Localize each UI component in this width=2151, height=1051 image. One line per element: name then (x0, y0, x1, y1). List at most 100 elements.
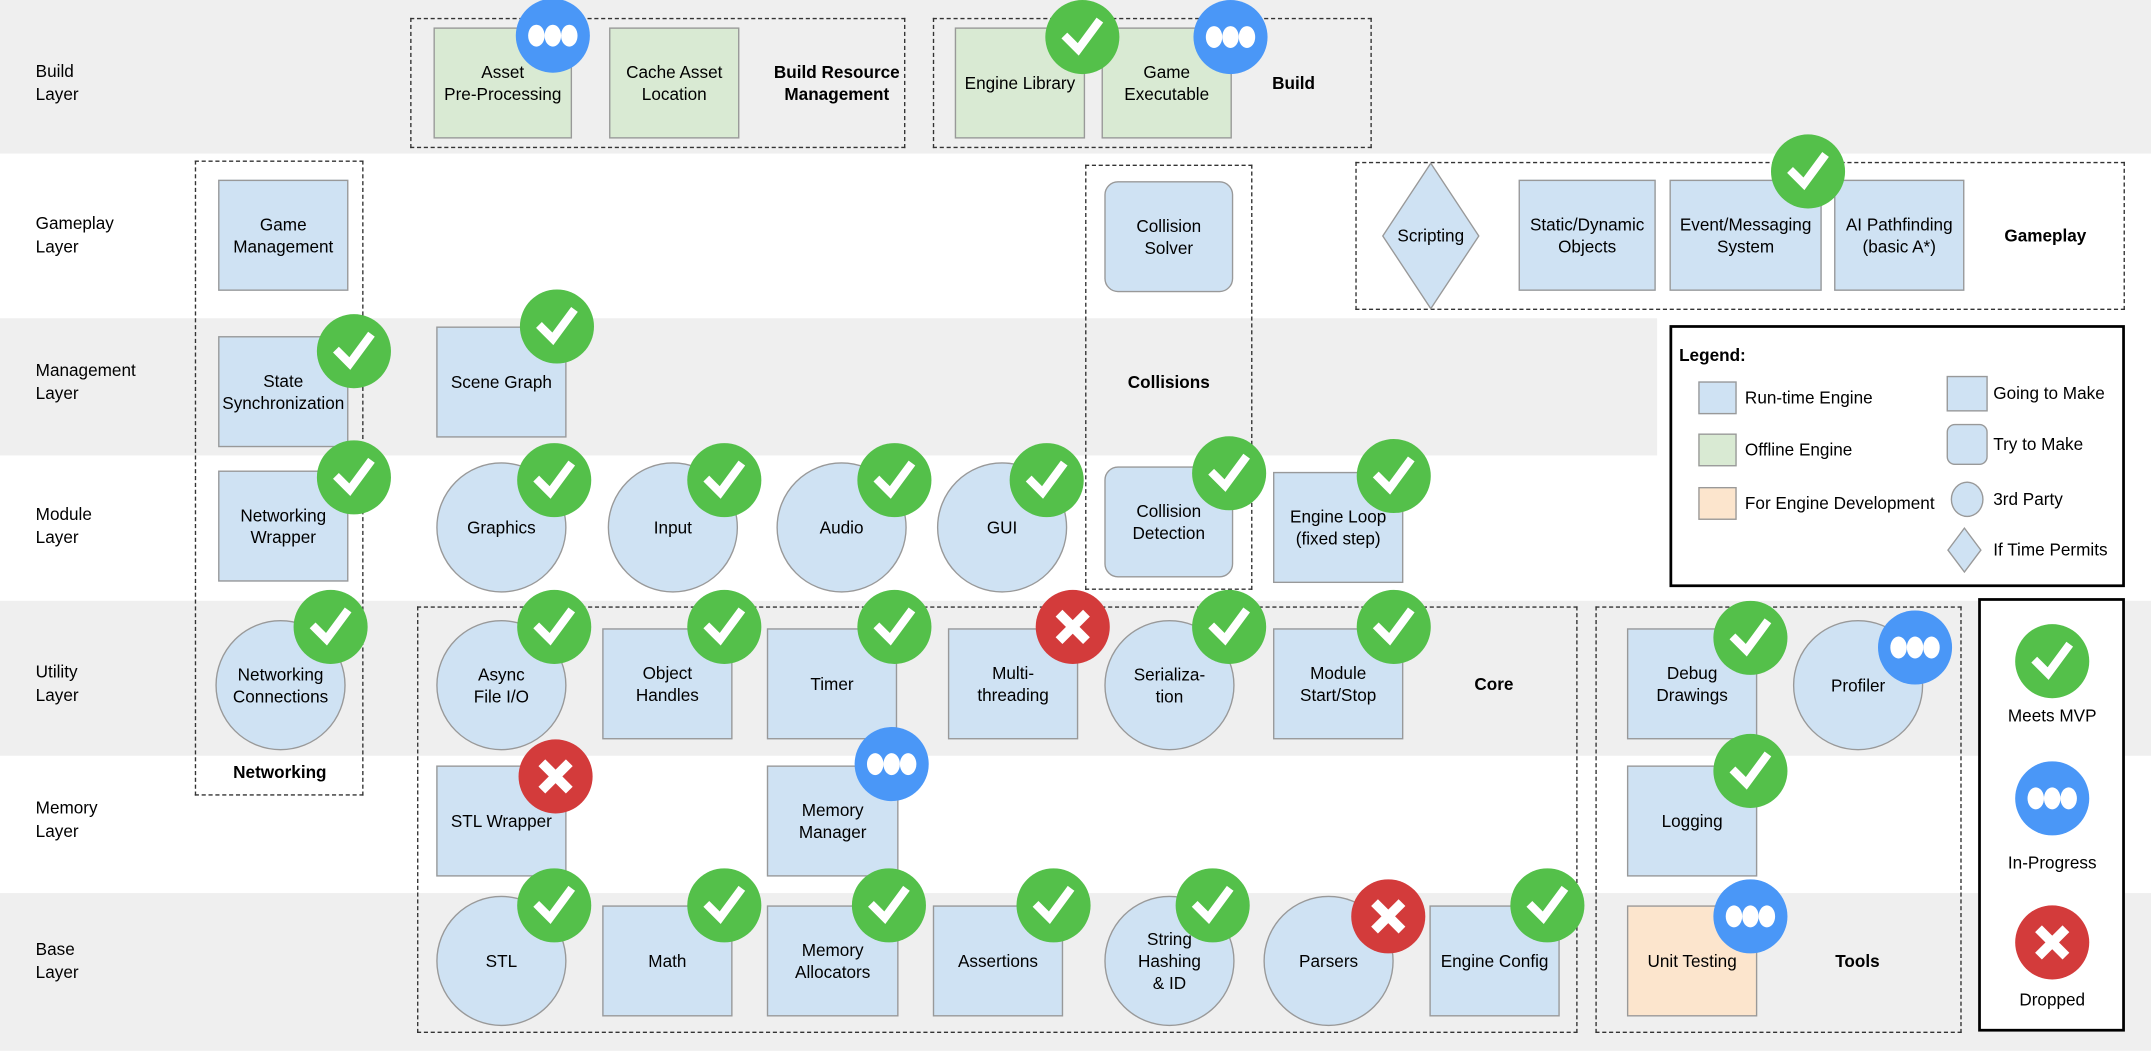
status-badge-done (857, 589, 932, 664)
status-badge-in-progress (1193, 0, 1268, 75)
node-label: Collision Detection (1132, 501, 1205, 543)
layer-label: Utility Layer (35, 662, 79, 706)
node-label: Graphics (467, 517, 536, 538)
status-badge-in-progress (1877, 610, 1953, 685)
checkmark-icon (873, 607, 916, 646)
node-label: Memory Manager (798, 800, 867, 842)
checkmark-icon (1526, 885, 1569, 925)
status-badge-done (1356, 438, 1431, 514)
checkmark-icon (868, 885, 910, 925)
node-static-dynamic-objects: Static/Dynamic Objects (1518, 179, 1656, 291)
diamond-shape (1947, 526, 1982, 574)
layer-label: Base Layer (35, 939, 79, 983)
status-badge-done (1009, 443, 1084, 518)
checkmark-icon (1061, 17, 1104, 56)
legend-shape-circle (1950, 481, 1984, 518)
status-badge-done (687, 868, 762, 943)
layer-label: Management Layer (35, 360, 136, 404)
status-badge-done (316, 440, 391, 515)
group-label: Build Resource Management (773, 63, 900, 105)
checkmark-icon (333, 331, 375, 370)
node-label: Math (648, 951, 687, 971)
node-label: Engine Config (1440, 951, 1549, 971)
checkmark-icon (703, 460, 746, 499)
checkmark-icon (533, 460, 576, 499)
x-icon (538, 759, 573, 794)
node-label: Audio (819, 517, 864, 538)
status-badge-done (293, 589, 368, 664)
status-badge-dropped (1035, 589, 1110, 664)
legend-swatch-dev (1698, 486, 1737, 520)
layer-label: Gameplay Layer (35, 214, 114, 257)
status-badge-done (687, 589, 762, 664)
node-ai-pathfinding-basic-a: AI Pathfinding (basic A*) (1834, 179, 1965, 291)
node-label: Engine Library (964, 73, 1076, 93)
ellipsis-icon (528, 24, 578, 47)
node-label: Game Executable (1124, 62, 1210, 104)
checkmark-icon (703, 885, 746, 925)
status-badge-done (1713, 600, 1788, 675)
status-badge-done (1175, 868, 1250, 943)
node-label: GUI (986, 517, 1018, 538)
group-label: Tools (1835, 952, 1880, 972)
node-label: Scripting (1397, 226, 1465, 246)
node-label: Timer (810, 674, 854, 694)
ellipsis-icon (2027, 787, 2077, 810)
checkmark-icon (1032, 885, 1075, 925)
node-label: Unit Testing (1647, 951, 1737, 971)
status-badge-in-progress (1713, 879, 1788, 954)
node-label: Game Management (233, 214, 334, 256)
status-badge-done (1192, 589, 1267, 664)
legend-label: 3rd Party (1993, 489, 2063, 509)
checkmark-icon (533, 607, 576, 646)
ellipsis-icon (1725, 905, 1776, 928)
node-label: Serializa- tion (1133, 664, 1206, 706)
node-label: Parsers (1299, 951, 1359, 971)
layer-label: Module Layer (35, 504, 92, 548)
node-label: Logging (1661, 811, 1723, 831)
checkmark-icon (333, 457, 375, 497)
legend-label: Going to Make (1993, 384, 2105, 404)
checkmark-icon (2031, 641, 2074, 680)
node-label: Networking Connections (232, 664, 329, 706)
node-label: Input (653, 517, 692, 538)
status-badge-done (1713, 733, 1788, 808)
legend-label: If Time Permits (1993, 540, 2108, 560)
status-badge-done (857, 443, 932, 518)
status-badge-done (1770, 134, 1846, 209)
node-label: Profiler (1830, 675, 1886, 695)
checkmark-icon (1208, 453, 1250, 492)
node-label: Assertions (957, 951, 1039, 971)
engine-architecture-diagram: Build Layer Gameplay Layer Management Laye… (0, 0, 2151, 1051)
checkmark-icon (309, 607, 352, 646)
checkmark-icon (533, 885, 576, 925)
status-legend-label: In-Progress (2007, 853, 2097, 873)
node-label: Static/Dynamic Objects (1529, 214, 1645, 256)
status-legend-label: Dropped (2019, 990, 2086, 1010)
checkmark-icon (536, 307, 578, 346)
status-badge-done (517, 868, 592, 943)
layer-label: Build Layer (35, 61, 79, 105)
legend-swatch-offline (1698, 433, 1737, 467)
node-label: Memory Allocators (795, 940, 871, 982)
status-badge-done (1016, 868, 1091, 943)
legend-label: Try to Make (1993, 434, 2084, 455)
node-label: Object Handles (635, 663, 699, 705)
status-badge-dropped (1351, 879, 1426, 954)
node-label: Cache Asset Location (626, 62, 723, 104)
status-legend-badge-done (2015, 624, 2090, 699)
checkmark-icon (1729, 751, 1772, 790)
node-label: Networking Wrapper (240, 505, 327, 547)
status-badge-done (517, 589, 592, 664)
status-badge-done (687, 443, 762, 518)
group-label: Build (1272, 74, 1316, 94)
status-badge-done (1192, 436, 1267, 511)
node-label: Scene Graph (450, 372, 552, 392)
legend-title: Legend: (1679, 345, 1746, 365)
group-label: Networking (233, 762, 327, 782)
status-badge-done (1356, 589, 1431, 664)
node-label: Module Start/Stop (1300, 663, 1377, 705)
checkmark-icon (1208, 607, 1250, 646)
status-legend-badge-in-progress (2015, 761, 2090, 836)
node-label: Debug Drawings (1656, 663, 1728, 705)
